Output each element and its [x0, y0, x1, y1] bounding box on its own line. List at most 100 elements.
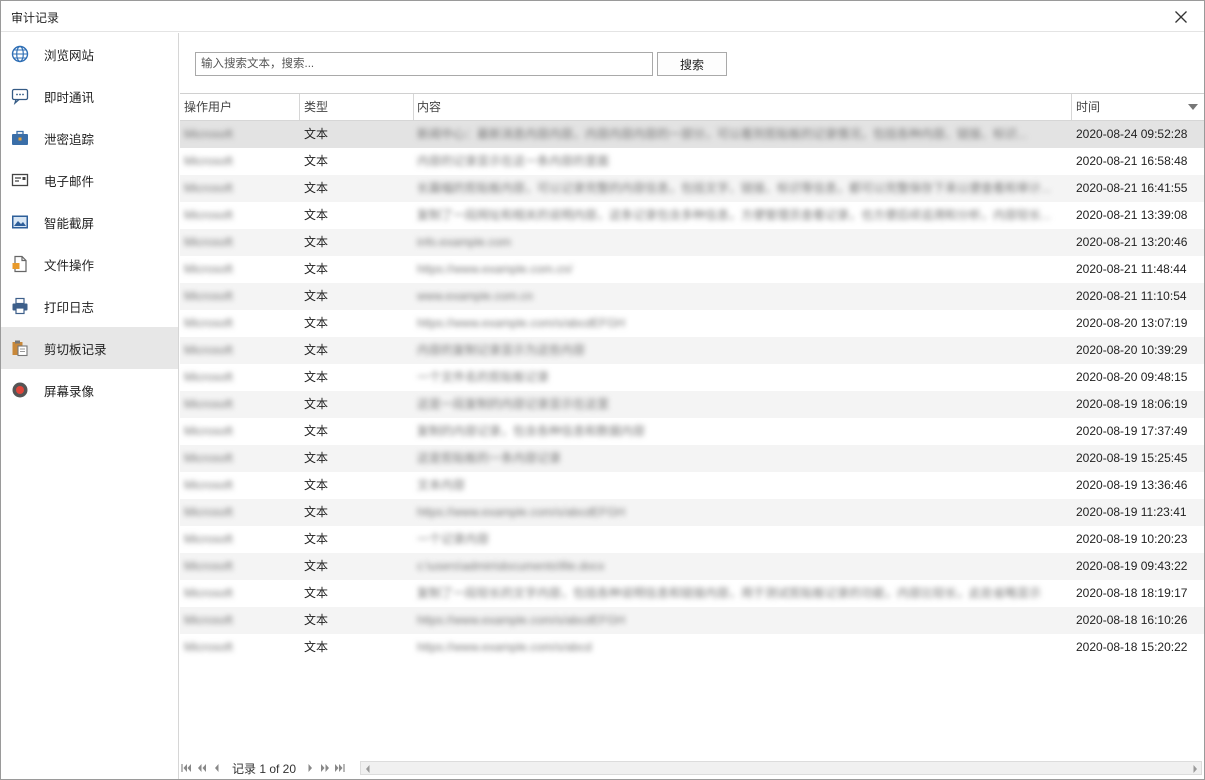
sidebar-item-print-log[interactable]: 打印日志: [1, 285, 178, 327]
cell-user: Microsoft: [184, 208, 233, 222]
cell-type: 文本: [304, 586, 329, 600]
cell-type: 文本: [304, 397, 329, 411]
column-header-time-label: 时间: [1076, 100, 1101, 114]
sidebar-item-leak-trace[interactable]: 泄密追踪: [1, 117, 178, 159]
first-page-button[interactable]: [180, 761, 192, 775]
close-button[interactable]: [1158, 1, 1204, 32]
column-header-content[interactable]: 内容: [414, 94, 1072, 121]
records-table: 操作用户 类型 内容 时间 Microsoft 文本 新闻中心：最新消息内容内容，内…: [180, 93, 1204, 757]
toolbox-icon: [11, 129, 29, 147]
sidebar-item-label: 浏览网站: [44, 48, 95, 63]
table-row[interactable]: Microsoft 文本 www.example.com.cn 2020-08-21 …: [180, 283, 1204, 310]
prev-page-button[interactable]: [210, 761, 222, 775]
prev-page-group-button[interactable]: [195, 761, 207, 775]
cell-user: Microsoft: [184, 262, 233, 276]
cell-time: 2020-08-18 16:10:26: [1076, 613, 1188, 627]
sidebar-item-label: 即时通讯: [44, 90, 95, 105]
sidebar-item-clipboard[interactable]: 剪切板记录: [1, 327, 178, 369]
search-input[interactable]: [195, 52, 653, 76]
cell-time: 2020-08-19 17:37:49: [1076, 424, 1188, 438]
cell-time: 2020-08-20 13:07:19: [1076, 316, 1188, 330]
cell-content: info.example.com: [417, 235, 512, 249]
sidebar-item-label: 屏幕录像: [44, 384, 95, 399]
cell-content: https://www.example.com/s/abcd: [417, 640, 592, 654]
email-icon: [11, 171, 29, 189]
next-icon: [308, 764, 312, 772]
first-page-icon: [181, 764, 191, 772]
sidebar-item-label: 电子邮件: [44, 174, 95, 189]
horizontal-scrollbar[interactable]: [360, 761, 1202, 775]
cell-time: 2020-08-21 16:58:48: [1076, 154, 1188, 168]
column-header-user[interactable]: 操作用户: [180, 94, 300, 121]
next-page-button[interactable]: [304, 761, 316, 775]
table-row[interactable]: Microsoft 文本 https://www.example.com/s/abc…: [180, 634, 1204, 661]
cell-content: 文本内容: [417, 478, 466, 492]
table-row[interactable]: Microsoft 文本 一个文件名的剪贴板记录 2020-08-20 09:48:1…: [180, 364, 1204, 391]
next-page-group-button[interactable]: [319, 761, 331, 775]
cell-type: 文本: [304, 262, 329, 276]
table-row[interactable]: Microsoft 文本 复制的内容记录，包含各种信息和数据内容 2020-08-19…: [180, 418, 1204, 445]
sidebar-item-im[interactable]: 即时通讯: [1, 75, 178, 117]
table-row[interactable]: Microsoft 文本 长篇幅的剪贴板内容，可以记录完整的内容信息，包括文字、链接…: [180, 175, 1204, 202]
table-row[interactable]: Microsoft 文本 一个记录内容 2020-08-19 10:20:23: [180, 526, 1204, 553]
cell-user: Microsoft: [184, 289, 233, 303]
table-row[interactable]: Microsoft 文本 复制了一段较长的文字内容，包括各种说明信息和链接内容，用于…: [180, 580, 1204, 607]
table-row[interactable]: Microsoft 文本 内容的记录显示在这一条内容的里面 2020-08-21 16…: [180, 148, 1204, 175]
title-bar: 审计记录: [1, 1, 1204, 32]
chat-icon: [11, 87, 29, 105]
cell-content: 复制的内容记录，包含各种信息和数据内容: [417, 424, 646, 438]
table-row[interactable]: Microsoft 文本 内容的复制记录显示为这些内容 2020-08-20 10:3…: [180, 337, 1204, 364]
table-row[interactable]: Microsoft 文本 https://www.example.com/s/abc…: [180, 607, 1204, 634]
sidebar-item-screen-record[interactable]: 屏幕录像: [1, 369, 178, 411]
globe-icon: [11, 45, 29, 63]
pager-info: 记录 1 of 20: [232, 761, 297, 776]
cell-type: 文本: [304, 478, 329, 492]
cell-content: 复制了一段网址和相关的说明内容，这条记录包含多种信息，方便管理员查看记录，也方便…: [417, 208, 1052, 222]
last-page-button[interactable]: [334, 761, 346, 775]
screenshot-icon: [11, 213, 29, 231]
sidebar-item-file-ops[interactable]: 文件操作: [1, 243, 178, 285]
table-row[interactable]: Microsoft 文本 https://www.example.com/s/abc…: [180, 499, 1204, 526]
table-row[interactable]: Microsoft 文本 文本内容 2020-08-19 13:36:46: [180, 472, 1204, 499]
table-row[interactable]: Microsoft 文本 这是剪贴板的一条内容记录 2020-08-19 15:25:…: [180, 445, 1204, 472]
cell-type: 文本: [304, 208, 329, 222]
cell-content: 长篇幅的剪贴板内容，可以记录完整的内容信息，包括文字、链接、标识等信息，都可以完…: [417, 181, 1052, 195]
cell-time: 2020-08-21 11:48:44: [1076, 262, 1187, 276]
cell-content: www.example.com.cn: [417, 289, 534, 303]
cell-user: Microsoft: [184, 478, 233, 492]
audit-window: 审计记录 浏览网站 即时通讯 泄密追踪 电子邮件 智能截屏 文件操作 打印日志 …: [0, 0, 1205, 780]
clipboard-icon: [11, 339, 29, 357]
cell-time: 2020-08-21 13:39:08: [1076, 208, 1188, 222]
scroll-left-arrow-icon[interactable]: [363, 764, 371, 773]
cell-content: 一个记录内容: [417, 532, 490, 546]
cell-type: 文本: [304, 451, 329, 465]
sidebar-item-browse[interactable]: 浏览网站: [1, 33, 178, 75]
table-row[interactable]: Microsoft 文本 info.example.com 2020-08-21 13…: [180, 229, 1204, 256]
sidebar-item-label: 打印日志: [44, 300, 95, 315]
table-row[interactable]: Microsoft 文本 新闻中心：最新消息内容内容，内容内容内容的一部分，可以看到…: [180, 121, 1204, 148]
table-row[interactable]: Microsoft 文本 这是一段复制的内容记录显示在这里 2020-08-19 18…: [180, 391, 1204, 418]
fast-forward-icon: [320, 764, 329, 772]
search-button[interactable]: 搜索: [657, 52, 727, 76]
table-row[interactable]: Microsoft 文本 复制了一段网址和相关的说明内容，这条记录包含多种信息，方便…: [180, 202, 1204, 229]
cell-content: https://www.example.com.cn/: [417, 262, 573, 276]
cell-time: 2020-08-20 09:48:15: [1076, 370, 1188, 384]
cell-time: 2020-08-20 10:39:29: [1076, 343, 1188, 357]
scroll-right-arrow-icon[interactable]: [1191, 764, 1199, 773]
column-header-type[interactable]: 类型: [300, 94, 414, 121]
cell-content: https://www.example.com/s/abcdEFGH: [417, 505, 626, 519]
cell-content: https://www.example.com/s/abcdEFGH: [417, 316, 626, 330]
table-row[interactable]: Microsoft 文本 https://www.example.com.cn/20…: [180, 256, 1204, 283]
cell-content: 这是剪贴板的一条内容记录: [417, 451, 562, 465]
cell-user: Microsoft: [184, 559, 233, 573]
sidebar-item-label: 文件操作: [44, 258, 95, 273]
sidebar-item-email[interactable]: 电子邮件: [1, 159, 178, 201]
column-header-time[interactable]: 时间: [1072, 94, 1204, 121]
cell-type: 文本: [304, 181, 329, 195]
file-icon: [11, 255, 29, 273]
cell-content: 复制了一段较长的文字内容，包括各种说明信息和链接内容，用于测试剪贴板记录的功能，…: [417, 586, 1042, 600]
sidebar-item-screenshot[interactable]: 智能截屏: [1, 201, 178, 243]
table-row[interactable]: Microsoft 文本 c:\users\admin\documents\file…: [180, 553, 1204, 580]
table-row[interactable]: Microsoft 文本 https://www.example.com/s/abc…: [180, 310, 1204, 337]
cell-time: 2020-08-19 13:36:46: [1076, 478, 1188, 492]
